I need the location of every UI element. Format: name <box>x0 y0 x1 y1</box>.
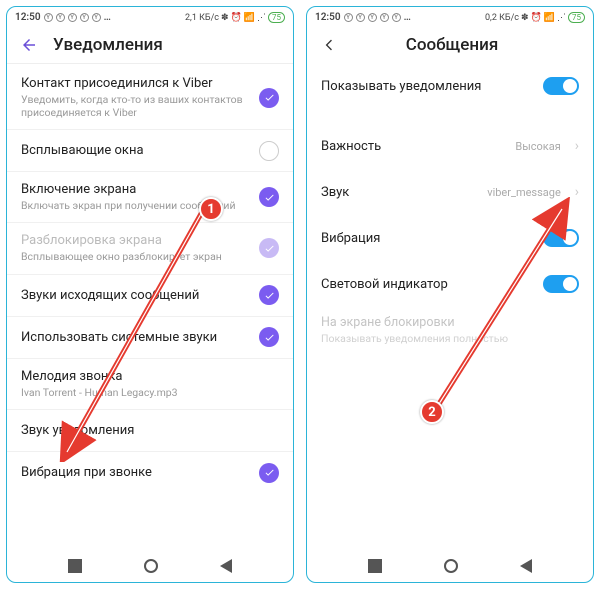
net-speed: 0,2 КБ/с <box>485 13 519 23</box>
nav-bar <box>7 550 293 582</box>
page-title: Сообщения <box>353 35 551 55</box>
nav-back-button[interactable] <box>520 559 532 573</box>
row-subtitle: Уведомить, когда кто-то из ваших контакт… <box>21 93 249 119</box>
section-gap <box>307 109 593 123</box>
net-speed: 2,1 КБ/с <box>185 13 219 23</box>
phone-left: 12:50 Y Y Y Y Y … 2,1 КБ/с ✽ ⏰ 📶 ⋰ 75 Ув… <box>6 6 294 583</box>
row-outgoing-sounds[interactable]: Звуки исходящих сообщений <box>7 275 293 317</box>
row-title: Использовать системные звуки <box>21 330 249 345</box>
status-more: … <box>104 12 111 23</box>
bluetooth-icon: ✽ <box>521 13 529 23</box>
row-notification-sound[interactable]: Звук уведомления <box>7 410 293 452</box>
nav-recent-button[interactable] <box>368 559 382 573</box>
row-title: Важность <box>321 139 505 154</box>
battery-icon: 75 <box>568 12 585 23</box>
chevron-right-icon: › <box>575 184 579 200</box>
status-icon: Y <box>356 13 365 22</box>
check-on-icon[interactable] <box>259 187 279 207</box>
row-subtitle: Включать экран при получении сообщений <box>21 199 249 212</box>
row-title: Включение экрана <box>21 182 249 197</box>
row-title: Звук <box>321 185 477 200</box>
row-lockscreen-disabled: На экране блокировки Показывать уведомле… <box>307 307 593 353</box>
check-on-icon[interactable] <box>259 88 279 108</box>
status-bar: 12:50 Y Y Y Y Y … 0,2 КБ/с ✽ ⏰ 📶 ⋰ 75 <box>307 7 593 25</box>
row-vibration[interactable]: Вибрация <box>307 215 593 261</box>
row-sound[interactable]: Звук viber_message › <box>307 169 593 215</box>
back-button[interactable] <box>319 35 339 55</box>
page-title: Уведомления <box>53 35 163 55</box>
wifi-icon: ⋰ <box>557 13 566 23</box>
row-title: Контакт присоединился к Viber <box>21 76 249 91</box>
row-value: Высокая <box>515 140 560 153</box>
row-subtitle: Всплывающее окно разблокирует экран <box>21 250 249 263</box>
row-show-notifications[interactable]: Показывать уведомления <box>307 63 593 109</box>
nav-recent-button[interactable] <box>68 559 82 573</box>
row-title: На экране блокировки <box>321 315 579 330</box>
toggle-on[interactable] <box>543 77 579 95</box>
check-on-icon[interactable] <box>259 327 279 347</box>
status-icon: Y <box>44 13 53 22</box>
check-empty-icon[interactable] <box>259 141 279 161</box>
row-title: Разблокировка экрана <box>21 233 249 248</box>
row-led[interactable]: Световой индикатор <box>307 261 593 307</box>
signal-icon: 📶 <box>244 13 255 23</box>
row-title: Показывать уведомления <box>321 79 533 94</box>
status-icon: Y <box>92 13 101 22</box>
toggle-on[interactable] <box>543 229 579 247</box>
alarm-icon: ⏰ <box>231 13 242 23</box>
row-contact-joined[interactable]: Контакт присоединился к Viber Уведомить,… <box>7 66 293 130</box>
clock: 12:50 <box>315 12 341 23</box>
row-system-sounds[interactable]: Использовать системные звуки <box>7 317 293 359</box>
wifi-icon: ⋰ <box>257 13 266 23</box>
row-title: Мелодия звонка <box>21 369 279 384</box>
status-icon: Y <box>380 13 389 22</box>
status-icon: Y <box>392 13 401 22</box>
check-on-icon[interactable] <box>259 285 279 305</box>
row-title: Всплывающие окна <box>21 143 249 158</box>
row-vibrate-on-call[interactable]: Вибрация при звонке <box>7 452 293 494</box>
row-importance[interactable]: Важность Высокая › <box>307 123 593 169</box>
nav-bar <box>307 550 593 582</box>
status-icon: Y <box>68 13 77 22</box>
header: Сообщения <box>307 25 593 63</box>
row-title: Вибрация <box>321 231 533 246</box>
status-icon: Y <box>56 13 65 22</box>
row-title: Вибрация при звонке <box>21 465 249 480</box>
check-on-icon[interactable] <box>259 463 279 483</box>
toggle-on[interactable] <box>543 275 579 293</box>
row-title: Звук уведомления <box>21 423 279 438</box>
status-more: … <box>404 12 411 23</box>
row-screen-on[interactable]: Включение экрана Включать экран при полу… <box>7 172 293 223</box>
status-icon: Y <box>80 13 89 22</box>
nav-home-button[interactable] <box>444 559 458 573</box>
back-button[interactable] <box>19 35 39 55</box>
row-popup-windows[interactable]: Всплывающие окна <box>7 130 293 172</box>
battery-icon: 75 <box>268 12 285 23</box>
row-subtitle: Показывать уведомления полностью <box>321 332 579 345</box>
divider <box>7 63 293 64</box>
row-ringtone[interactable]: Мелодия звонка Ivan Torrent - Human Lega… <box>7 359 293 410</box>
status-icon: Y <box>344 13 353 22</box>
row-subtitle: Ivan Torrent - Human Legacy.mp3 <box>21 386 279 399</box>
chevron-right-icon: › <box>575 138 579 154</box>
status-bar: 12:50 Y Y Y Y Y … 2,1 КБ/с ✽ ⏰ 📶 ⋰ 75 <box>7 7 293 25</box>
nav-back-button[interactable] <box>220 559 232 573</box>
settings-list: Показывать уведомления Важность Высокая … <box>307 63 593 550</box>
header: Уведомления <box>7 25 293 63</box>
nav-home-button[interactable] <box>144 559 158 573</box>
settings-list: Контакт присоединился к Viber Уведомить,… <box>7 66 293 550</box>
row-title: Звуки исходящих сообщений <box>21 288 249 303</box>
row-value: viber_message <box>487 186 561 199</box>
bluetooth-icon: ✽ <box>221 13 229 23</box>
alarm-icon: ⏰ <box>531 13 542 23</box>
row-unlock-screen: Разблокировка экрана Всплывающее окно ра… <box>7 223 293 274</box>
status-icon: Y <box>368 13 377 22</box>
signal-icon: 📶 <box>544 13 555 23</box>
row-title: Световой индикатор <box>321 277 533 292</box>
clock: 12:50 <box>15 12 41 23</box>
check-dim-icon <box>259 238 279 258</box>
phone-right: 12:50 Y Y Y Y Y … 0,2 КБ/с ✽ ⏰ 📶 ⋰ 75 Со… <box>306 6 594 583</box>
